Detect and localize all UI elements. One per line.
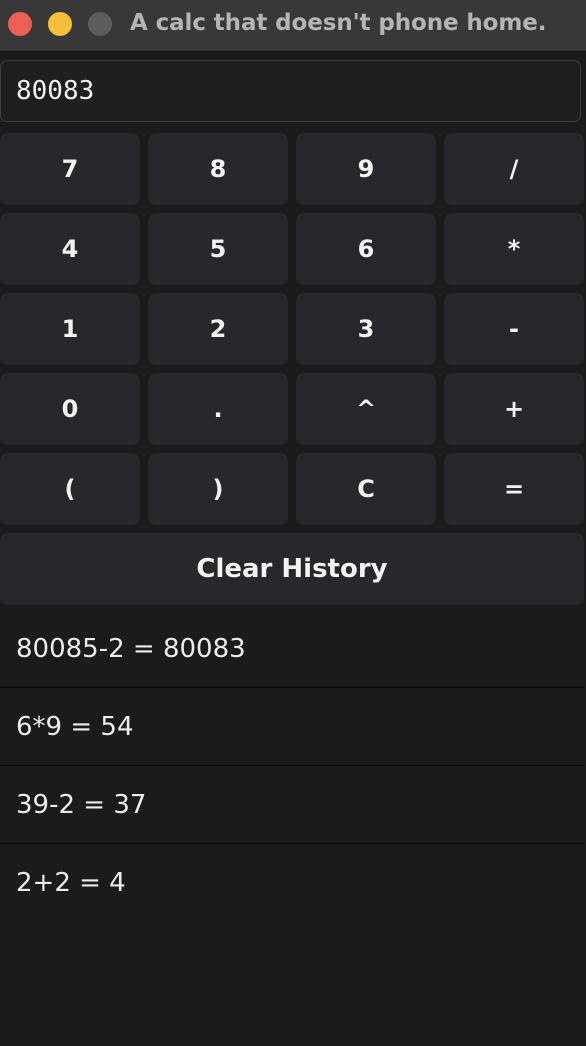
key-power[interactable]: ^: [296, 373, 436, 445]
maximize-window-button[interactable]: [88, 12, 112, 36]
history-item[interactable]: 2+2 = 4: [0, 844, 584, 922]
minimize-window-button[interactable]: [48, 12, 72, 36]
clear-history-button[interactable]: Clear History: [0, 533, 584, 605]
key-multiply[interactable]: *: [444, 213, 584, 285]
key-decimal[interactable]: .: [148, 373, 288, 445]
key-9[interactable]: 9: [296, 133, 436, 205]
key-1[interactable]: 1: [0, 293, 140, 365]
history-item[interactable]: 80085-2 = 80083: [0, 610, 584, 688]
key-4[interactable]: 4: [0, 213, 140, 285]
key-2[interactable]: 2: [148, 293, 288, 365]
key-6[interactable]: 6: [296, 213, 436, 285]
history-item[interactable]: 6*9 = 54: [0, 688, 584, 766]
history-list: 80085-2 = 80083 6*9 = 54 39-2 = 37 2+2 =…: [0, 610, 584, 922]
key-0[interactable]: 0: [0, 373, 140, 445]
calculator-display[interactable]: [0, 60, 581, 122]
key-add[interactable]: +: [444, 373, 584, 445]
key-divide[interactable]: /: [444, 133, 584, 205]
key-open-paren[interactable]: (: [0, 453, 140, 525]
window-titlebar: A calc that doesn't phone home.: [0, 0, 586, 52]
key-5[interactable]: 5: [148, 213, 288, 285]
close-window-button[interactable]: [8, 12, 32, 36]
key-7[interactable]: 7: [0, 133, 140, 205]
key-equals[interactable]: =: [444, 453, 584, 525]
key-8[interactable]: 8: [148, 133, 288, 205]
key-close-paren[interactable]: ): [148, 453, 288, 525]
key-clear[interactable]: C: [296, 453, 436, 525]
key-subtract[interactable]: -: [444, 293, 584, 365]
window-title: A calc that doesn't phone home.: [130, 10, 547, 36]
history-item[interactable]: 39-2 = 37: [0, 766, 584, 844]
key-3[interactable]: 3: [296, 293, 436, 365]
